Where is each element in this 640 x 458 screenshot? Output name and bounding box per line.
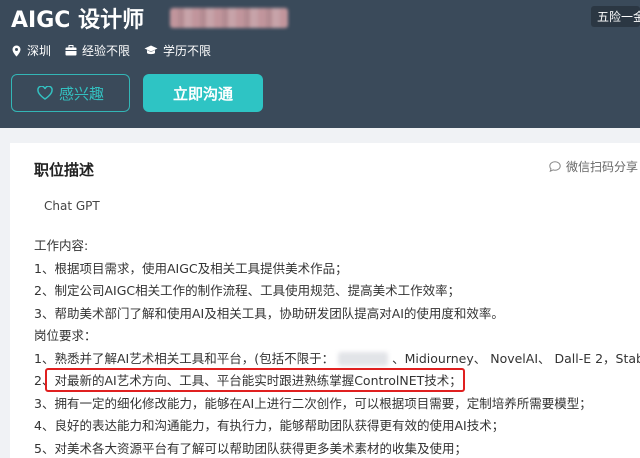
chat-bubble-icon xyxy=(549,161,561,172)
interest-button-label: 感兴趣 xyxy=(58,84,104,103)
desc-line-prefix: 1、熟悉并了解AI艺术相关工具和平台，(包括不限于： xyxy=(34,350,335,366)
redacted-tool-name xyxy=(338,352,389,366)
desc-line: 1、根据项目需求，使用AIGC及相关工具提供美术作品； xyxy=(34,260,348,276)
red-highlight-box xyxy=(45,368,465,392)
meta-location-text: 深圳 xyxy=(27,44,52,58)
briefcase-icon xyxy=(65,45,77,56)
desc-line: 工作内容: xyxy=(34,238,89,253)
meta-education: 学历不限 xyxy=(144,42,211,59)
meta-experience-text: 经验不限 xyxy=(82,44,131,58)
job-description-card: 职位描述 微信扫码分享 Chat GPT 工作内容: 1、根据项目需求，使用AI… xyxy=(10,143,640,458)
desc-line-tools: 1、熟悉并了解AI艺术相关工具和平台，(包括不限于： 、Midiourney、 N… xyxy=(34,348,640,371)
intro-text: Chat GPT xyxy=(44,199,100,213)
chat-now-button-label: 立即沟通 xyxy=(172,84,233,103)
description-body: 工作内容: 1、根据项目需求，使用AIGC及相关工具提供美术作品； 2、制定公司… xyxy=(34,235,640,458)
job-header: AIGC 设计师 五险一金 深圳 经验不限 学历不限 感兴趣 立即沟通 xyxy=(0,0,640,128)
heart-icon xyxy=(37,86,53,100)
desc-line-suffix: 、Midiourney、 NovelAI、 Dall-E 2，StableDif… xyxy=(392,350,640,366)
desc-line: 2、制定公司AIGC相关工作的制作流程、工具使用规范、提高美术工作效率； xyxy=(34,283,461,298)
location-icon xyxy=(12,45,21,56)
desc-line: 岗位要求： xyxy=(34,328,97,343)
chat-now-button[interactable]: 立即沟通 xyxy=(143,74,263,112)
meta-education-text: 学历不限 xyxy=(163,44,212,58)
desc-line: 4、良好的表达能力和沟通能力，有执行力，能够帮助团队获得更有效的使用AI技术； xyxy=(34,418,505,433)
meta-location: 深圳 xyxy=(11,42,51,59)
interest-button[interactable]: 感兴趣 xyxy=(11,74,130,112)
salary-redacted xyxy=(170,8,288,28)
desc-line: 3、帮助美术部门了解和使用AI及相关工具，协助研发团队提高对AI的使用度和效率。 xyxy=(34,305,504,321)
job-title: AIGC 设计师 xyxy=(11,8,145,33)
benefit-tag: 五险一金 xyxy=(591,6,640,27)
meta-experience: 经验不限 xyxy=(65,42,130,59)
job-meta: 深圳 经验不限 学历不限 xyxy=(11,42,225,59)
graduation-cap-icon xyxy=(144,45,158,55)
section-title: 职位描述 xyxy=(34,161,95,179)
desc-line: 3、拥有一定的细化修改能力，能够在AI上进行二次创作，可以根据项目需要，定制培养… xyxy=(34,395,592,411)
share-label: 微信扫码分享 xyxy=(566,160,639,174)
wechat-share-button[interactable]: 微信扫码分享 xyxy=(549,158,638,175)
desc-line: 5、对美术各大资源平台有了解可以帮助团队获得更多美术素材的收集及使用； xyxy=(34,440,467,456)
